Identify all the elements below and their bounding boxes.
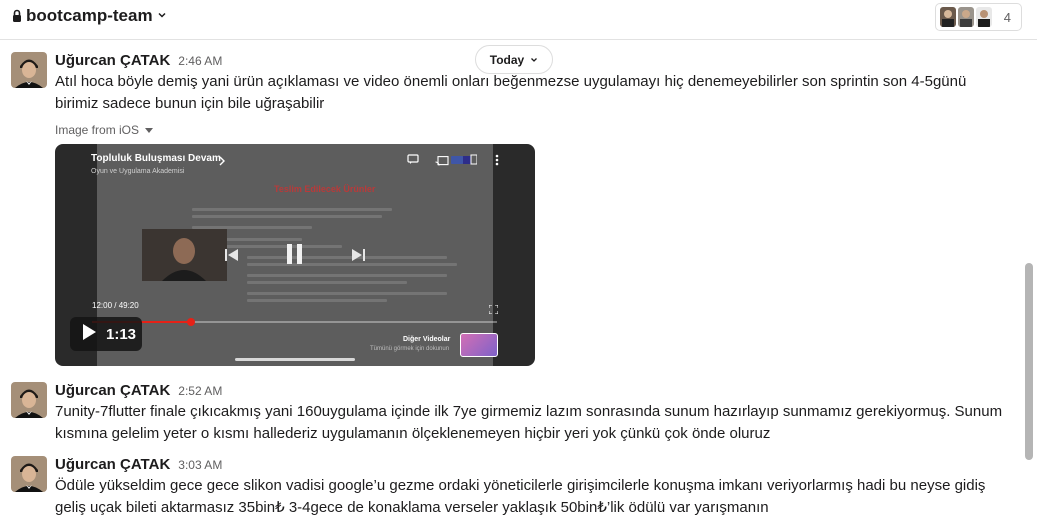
slide-text-line bbox=[247, 274, 447, 277]
caret-down-icon bbox=[145, 123, 154, 137]
skip-next-icon[interactable] bbox=[351, 248, 365, 261]
video-subtitle: Oyun ve Uygulama Akademisi bbox=[91, 168, 185, 175]
video-progress-track[interactable] bbox=[92, 318, 497, 326]
chevron-right-icon bbox=[218, 153, 226, 171]
message: Uğurcan ÇATAK 2:52 AM 7unity-7flutter fi… bbox=[0, 382, 1020, 448]
presenter-image bbox=[142, 229, 227, 281]
date-divider-button[interactable]: Today bbox=[475, 45, 553, 74]
members-button[interactable]: 4 bbox=[934, 3, 1022, 31]
member-avatar bbox=[975, 7, 992, 27]
scrollbar-thumb[interactable] bbox=[1025, 263, 1033, 460]
cast-icon[interactable] bbox=[435, 153, 449, 171]
slide-title: Teslim Edilecek Ürünler bbox=[274, 184, 376, 194]
channel-name-button[interactable]: bootcamp-team bbox=[12, 6, 167, 26]
related-videos-sub: Tümünü görmek için dokunun bbox=[370, 346, 450, 352]
attachment-label-text: Image from iOS bbox=[55, 123, 140, 137]
attachment-label[interactable]: Image from iOS bbox=[55, 123, 154, 137]
skip-previous-icon[interactable] bbox=[225, 248, 239, 261]
message-header: Uğurcan ÇATAK 2:52 AM bbox=[55, 382, 222, 399]
related-video-thumbnail[interactable] bbox=[460, 333, 498, 357]
author-avatar[interactable] bbox=[11, 52, 47, 88]
captions-icon[interactable] bbox=[407, 152, 419, 170]
author-name[interactable]: Uğurcan ÇATAK bbox=[55, 52, 170, 69]
play-icon bbox=[82, 323, 96, 345]
video-title: Topluluk Buluşması Devam bbox=[91, 153, 221, 164]
author-name[interactable]: Uğurcan ÇATAK bbox=[55, 382, 170, 399]
message-timestamp[interactable]: 2:46 AM bbox=[178, 54, 222, 68]
message-header: Uğurcan ÇATAK 3:03 AM bbox=[55, 456, 222, 473]
message-timestamp[interactable]: 2:52 AM bbox=[178, 384, 222, 398]
member-avatar bbox=[957, 7, 974, 27]
chevron-down-icon bbox=[530, 53, 538, 67]
message-text: 7unity-7flutter finale çıkıcakmış yani 1… bbox=[55, 403, 1003, 442]
date-divider-label: Today bbox=[489, 52, 525, 67]
video-progress-handle[interactable] bbox=[186, 318, 195, 326]
badge-icon bbox=[451, 152, 478, 170]
message-text: Atıl hoca böyle demiş yani ürün açıklama… bbox=[55, 73, 967, 112]
play-duration: 1:13 bbox=[106, 325, 137, 343]
slide-text-line bbox=[247, 256, 447, 259]
channel-name: bootcamp-team bbox=[26, 6, 153, 25]
slide-text-line bbox=[247, 281, 407, 284]
message: Uğurcan ÇATAK 3:03 AM Ödüle yükseldim ge… bbox=[0, 456, 1020, 518]
message-header: Uğurcan ÇATAK 2:46 AM bbox=[55, 52, 222, 69]
member-avatar bbox=[939, 7, 956, 27]
more-options-icon[interactable] bbox=[495, 153, 499, 171]
slide-text-line bbox=[247, 263, 457, 266]
slide-text-line bbox=[192, 215, 382, 218]
slide-text-line bbox=[247, 299, 387, 302]
chevron-down-icon bbox=[157, 7, 167, 25]
slide-text-line bbox=[247, 292, 447, 295]
author-name[interactable]: Uğurcan ÇATAK bbox=[55, 456, 170, 473]
slide-text-line bbox=[192, 208, 392, 211]
play-button[interactable]: 1:13 bbox=[70, 317, 142, 351]
author-avatar[interactable] bbox=[11, 456, 47, 492]
member-count: 4 bbox=[1003, 9, 1011, 25]
fullscreen-icon[interactable] bbox=[488, 301, 499, 319]
message-timestamp[interactable]: 3:03 AM bbox=[178, 458, 222, 472]
pause-icon[interactable] bbox=[287, 244, 303, 264]
related-videos-label[interactable]: Diğer Videolar bbox=[403, 336, 450, 343]
video-bottom-bar bbox=[235, 358, 355, 361]
author-avatar[interactable] bbox=[11, 382, 47, 418]
channel-header: bootcamp-team 4 bbox=[0, 0, 1037, 40]
message-text: Ödüle yükseldim gece gece slikon vadisi … bbox=[55, 477, 986, 516]
video-timestamp: 12:00 / 49:20 bbox=[92, 301, 139, 310]
video-attachment[interactable]: Teslim Edilecek Ürünler Topluluk Buluşma… bbox=[55, 144, 535, 366]
lock-icon bbox=[12, 9, 22, 23]
